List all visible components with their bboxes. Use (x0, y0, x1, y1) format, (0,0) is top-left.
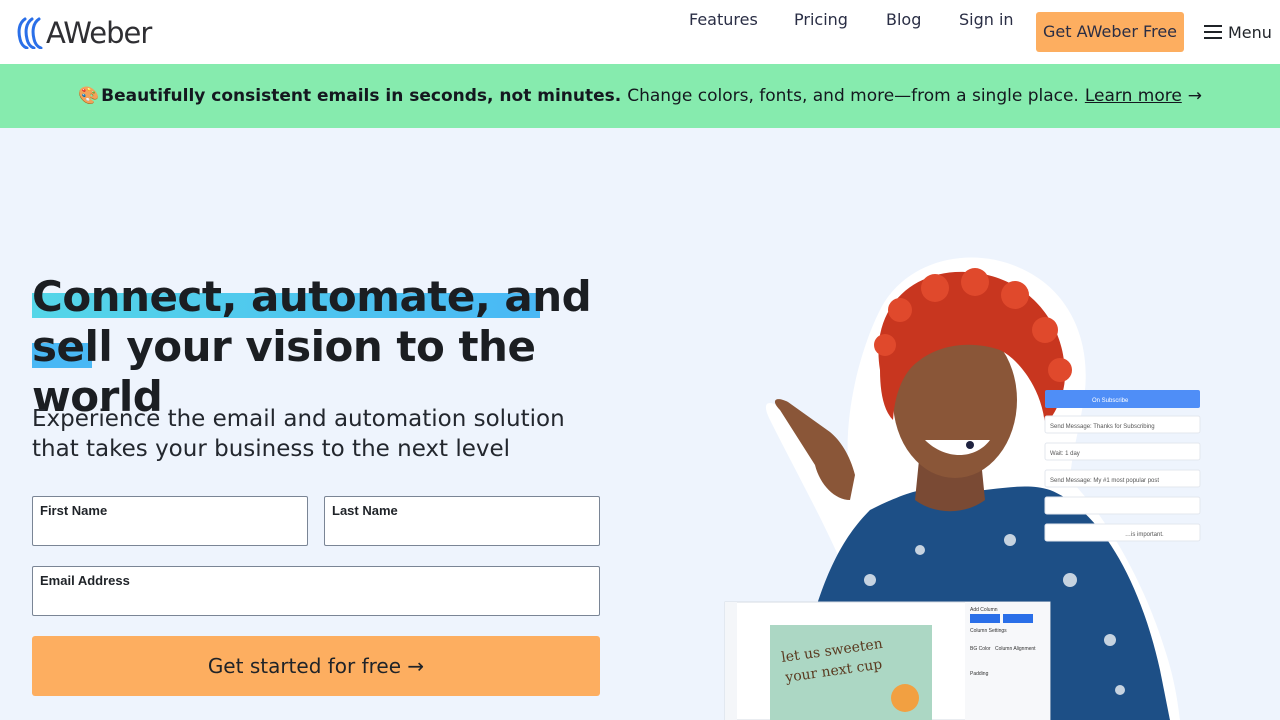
last-name-label: Last Name (332, 503, 398, 518)
svg-text:Column Settings: Column Settings (970, 628, 1007, 634)
svg-text:Padding: Padding (970, 671, 989, 677)
hero-headline: Connect, automate, and sell your vision … (32, 272, 592, 421)
get-started-button[interactable]: Get started for free → (32, 636, 600, 696)
svg-text:Column Alignment: Column Alignment (995, 646, 1036, 652)
email-input[interactable] (40, 591, 592, 611)
nav-blog[interactable]: Blog (886, 0, 921, 40)
aweber-logo[interactable]: AWeber (16, 16, 152, 50)
hero-illustration: On Subscribe Send Message: Thanks for Su… (724, 257, 1201, 720)
banner-bold-text: Beautifully consistent emails in seconds… (101, 86, 622, 106)
hamburger-icon (1204, 25, 1222, 39)
hero-subhead: Experience the email and automation solu… (32, 406, 565, 462)
svg-text:Add Column: Add Column (970, 607, 998, 613)
svg-text:Send Message: Thanks for Subsc: Send Message: Thanks for Subscribing (1050, 424, 1155, 430)
learn-more-link[interactable]: Learn more (1085, 86, 1182, 106)
announcement-banner: 🎨 Beautifully consistent emails in secon… (0, 64, 1280, 128)
svg-text:…is important.: …is important. (1125, 532, 1164, 538)
nav-sign-in[interactable]: Sign in (959, 0, 1014, 40)
banner-text: Change colors, fonts, and more—from a si… (627, 86, 1079, 106)
nav-features[interactable]: Features (689, 0, 758, 40)
aweber-logo-icon (17, 17, 43, 49)
first-name-input[interactable] (40, 521, 300, 541)
svg-text:BG Color: BG Color (970, 646, 991, 652)
nav-pricing[interactable]: Pricing (794, 0, 848, 40)
email-label: Email Address (40, 573, 130, 588)
menu-label: Menu (1228, 22, 1272, 42)
last-name-field[interactable]: Last Name (324, 496, 600, 546)
last-name-input[interactable] (332, 521, 592, 541)
arrow-right-icon: → (1187, 86, 1203, 106)
svg-text:On Subscribe: On Subscribe (1092, 398, 1129, 404)
logo-text: AWeber (46, 16, 152, 50)
site-header: AWeber Features Pricing Blog Sign in Get… (0, 0, 1280, 64)
svg-text:Wait: 1 day: Wait: 1 day (1050, 451, 1080, 457)
first-name-label: First Name (40, 503, 108, 518)
get-aweber-free-button[interactable]: Get AWeber Free (1036, 12, 1184, 52)
palette-icon: 🎨 (77, 86, 100, 106)
svg-text:Send Message: My #1 most popul: Send Message: My #1 most popular post (1050, 478, 1159, 484)
menu-button[interactable]: Menu (1204, 12, 1272, 52)
email-editor-card: let us sweeten your next cup Add Column … (724, 601, 1051, 720)
email-field[interactable]: Email Address (32, 566, 600, 616)
first-name-field[interactable]: First Name (32, 496, 308, 546)
